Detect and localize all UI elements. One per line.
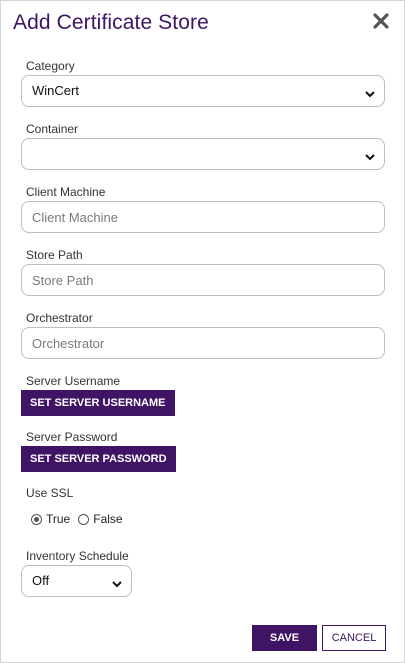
store-path-label: Store Path <box>26 248 83 262</box>
orchestrator-input[interactable] <box>21 327 385 359</box>
inventory-schedule-label: Inventory Schedule <box>26 549 129 563</box>
use-ssl-option-false-label: False <box>93 512 123 526</box>
inventory-schedule-select[interactable]: Off <box>21 565 132 597</box>
radio-unselected-icon <box>78 513 90 525</box>
set-server-username-button[interactable]: SET SERVER USERNAME <box>21 390 175 416</box>
chevron-down-icon <box>111 576 123 588</box>
save-button[interactable]: SAVE <box>252 625 317 651</box>
close-icon <box>370 10 392 32</box>
use-ssl-radio-false[interactable]: False <box>78 512 123 526</box>
set-server-password-button[interactable]: SET SERVER PASSWORD <box>21 446 176 472</box>
use-ssl-option-true-label: True <box>46 512 71 526</box>
server-password-label: Server Password <box>26 430 118 444</box>
category-select[interactable]: WinCert <box>21 75 385 107</box>
container-select[interactable] <box>21 138 385 170</box>
cancel-button[interactable]: CANCEL <box>322 625 386 651</box>
inventory-schedule-select-value: Off <box>32 573 50 588</box>
store-path-input[interactable] <box>21 264 385 296</box>
use-ssl-label: Use SSL <box>26 486 74 500</box>
chevron-down-icon <box>364 86 376 98</box>
orchestrator-label: Orchestrator <box>26 311 93 325</box>
dialog-title: Add Certificate Store <box>13 11 209 34</box>
client-machine-input[interactable] <box>21 201 385 233</box>
container-label: Container <box>26 122 79 136</box>
use-ssl-radio-group: True False <box>31 511 131 527</box>
radio-selected-icon <box>31 513 42 525</box>
use-ssl-radio-true[interactable]: True <box>31 512 70 526</box>
server-username-label: Server Username <box>26 374 121 388</box>
close-button[interactable] <box>370 10 392 32</box>
category-select-value: WinCert <box>32 83 79 98</box>
client-machine-label: Client Machine <box>26 185 106 199</box>
category-label: Category <box>26 59 75 73</box>
add-certificate-store-dialog: Add Certificate Store Category WinCert C… <box>0 0 405 663</box>
chevron-down-icon <box>364 149 376 161</box>
